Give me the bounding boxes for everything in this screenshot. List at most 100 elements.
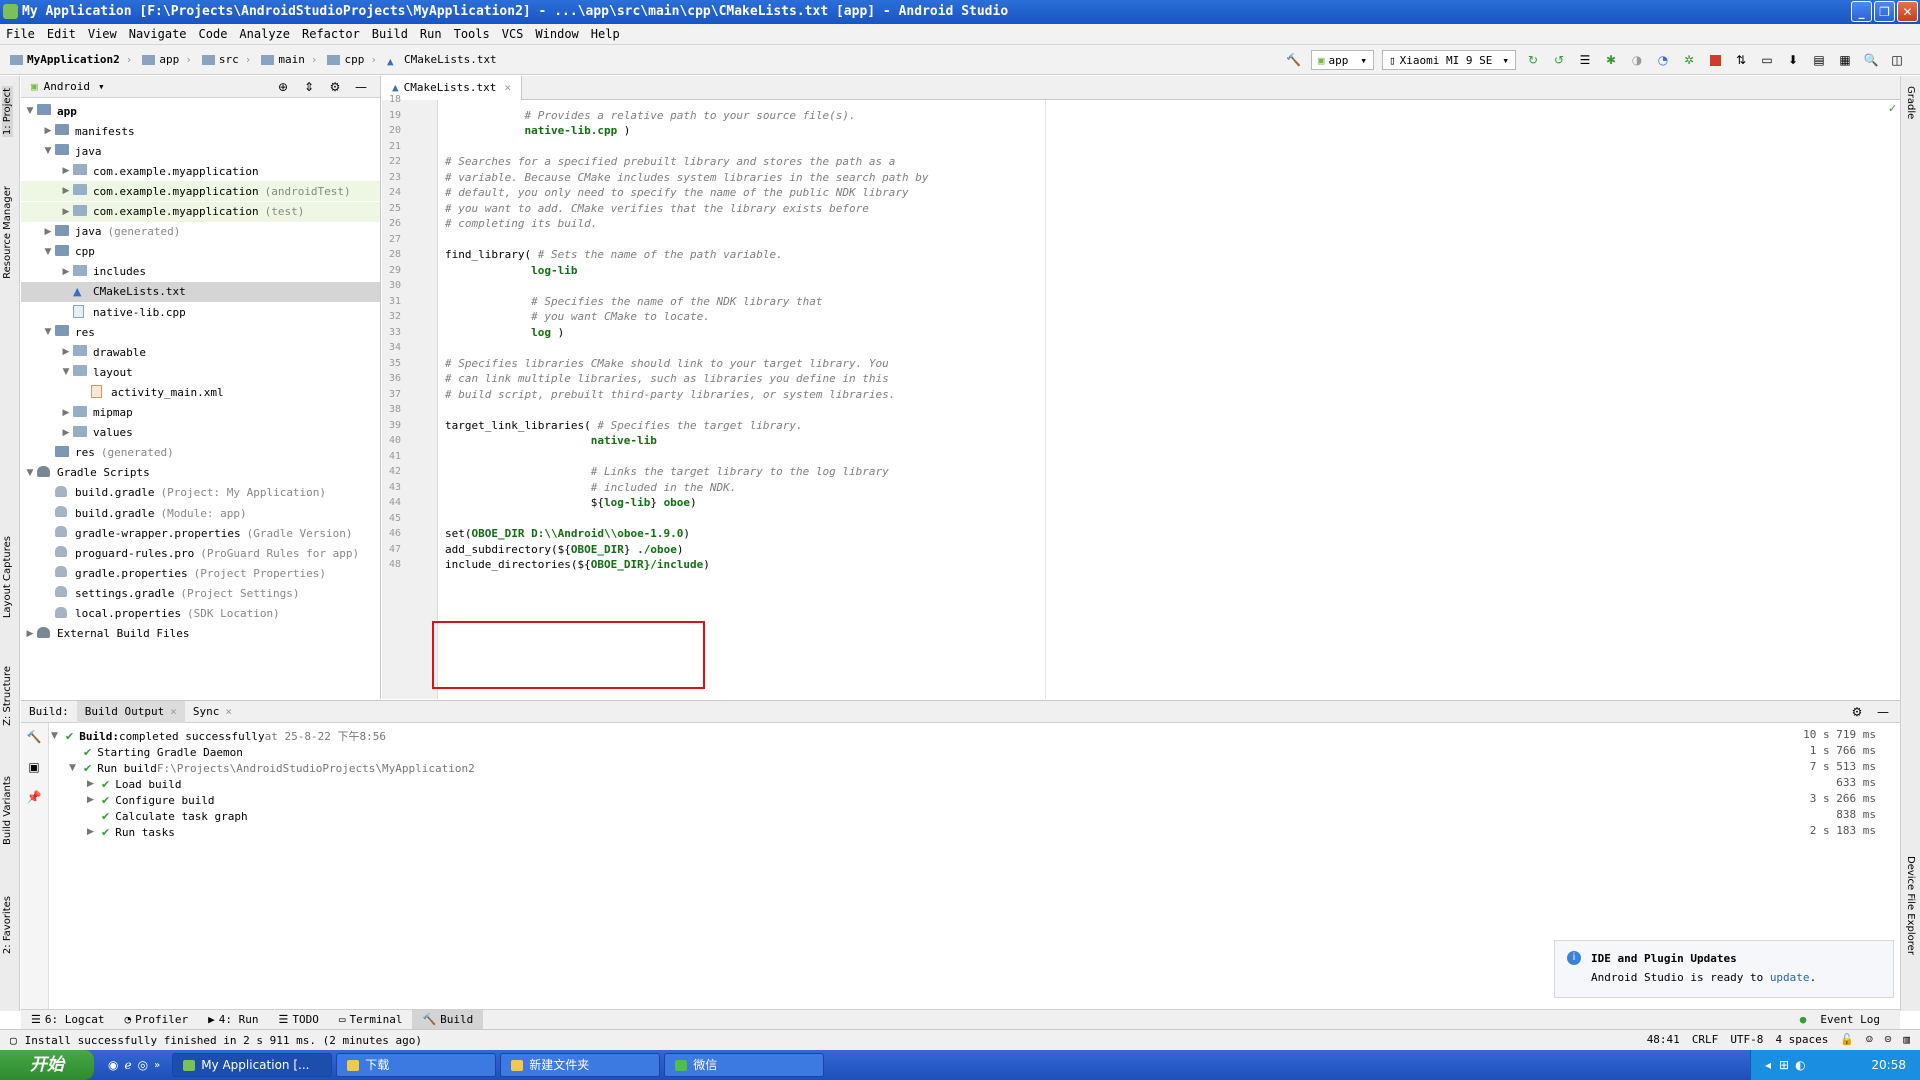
breadcrumb-item[interactable]: ▲ CMakeLists.txt <box>387 53 497 68</box>
tree-item[interactable]: ▼ app <box>21 101 380 121</box>
build-variants-tab[interactable]: Build Variants <box>2 776 13 845</box>
build-row[interactable]: ✔ Starting Gradle Daemon <box>69 744 243 760</box>
build-row[interactable]: ▶ ✔ Run tasks <box>87 824 175 840</box>
menu-view[interactable]: View <box>82 24 123 45</box>
file-encoding[interactable]: UTF-8 <box>1730 1033 1763 1046</box>
project-tool-tab[interactable]: 1: Project <box>2 86 13 138</box>
pin-icon[interactable]: 📌 <box>26 789 42 805</box>
avd-manager-icon[interactable]: ▭ <box>1759 52 1775 68</box>
chevron-right-icon[interactable]: ▶ <box>59 408 73 418</box>
build-row[interactable]: ▶ ✔ Configure build <box>87 792 215 808</box>
gear-icon[interactable]: ⚙ <box>1849 704 1865 720</box>
sdk-manager-icon[interactable]: ⬇ <box>1785 52 1801 68</box>
tree-item[interactable]: ▶ External Build Files <box>21 624 380 644</box>
clock[interactable]: 20:58 <box>1871 1058 1906 1072</box>
update-link[interactable]: update <box>1770 971 1810 984</box>
chevron-right-icon[interactable]: ▶ <box>59 186 73 196</box>
chevron-right-icon[interactable]: ▶ <box>23 629 37 639</box>
start-button[interactable]: 开始 <box>0 1050 94 1080</box>
tray-expand-icon[interactable]: ◂ <box>1765 1058 1771 1072</box>
smile-icon[interactable]: ☺ <box>1866 1033 1873 1046</box>
menu-window[interactable]: Window <box>529 24 584 45</box>
breadcrumb-item[interactable]: src › <box>201 53 258 66</box>
tree-item[interactable]: gradle-wrapper.properties (Gradle Version… <box>21 523 380 543</box>
tree-item[interactable]: ▼ res <box>21 322 380 342</box>
chevron-right-icon[interactable]: ▶ <box>87 779 101 789</box>
tree-item[interactable]: build.gradle (Module: app) <box>21 503 380 523</box>
network-icon[interactable]: ⊞ <box>1779 1058 1789 1072</box>
tree-item[interactable]: ▼ Gradle Scripts <box>21 463 380 483</box>
locate-icon[interactable]: ⊕ <box>275 79 291 95</box>
project-view-select[interactable]: Android <box>44 80 90 93</box>
gradle-tab[interactable]: Gradle <box>1905 86 1916 119</box>
taskbar-task[interactable]: 下载 <box>336 1053 497 1077</box>
chevron-down-icon[interactable]: ▾ <box>98 80 105 93</box>
build-tab-build-output[interactable]: Build Output × <box>76 700 185 723</box>
menu-analyze[interactable]: Analyze <box>233 24 296 45</box>
indent-setting[interactable]: 4 spaces <box>1775 1033 1828 1046</box>
taskbar-task[interactable]: 微信 <box>664 1053 825 1077</box>
taskbar-task[interactable]: 新建文件夹 <box>500 1053 661 1077</box>
tree-item[interactable]: native-lib.cpp <box>21 302 380 322</box>
chevron-right-icon[interactable]: ▶ <box>41 126 55 136</box>
build-row[interactable]: ✔ Calculate task graph <box>87 808 248 824</box>
chevron-right-icon[interactable]: ▶ <box>41 227 55 237</box>
chevron-right-icon[interactable]: ▶ <box>59 347 73 357</box>
close-icon[interactable]: × <box>164 705 177 718</box>
code-editor[interactable]: # Provides a relative path to your sourc… <box>439 100 1900 705</box>
browser-icon[interactable]: ◎ <box>138 1058 148 1072</box>
chevron-down-icon[interactable]: ▼ <box>59 367 73 377</box>
tree-item[interactable]: ▶ com.example.myapplication (test) <box>21 201 380 222</box>
chevron-down-icon[interactable]: ▼ <box>41 247 55 257</box>
taskbar-task[interactable]: My Application [... <box>172 1053 333 1077</box>
chevron-right-icon[interactable]: ▶ <box>87 827 101 837</box>
chevron-right-icon[interactable]: ▶ <box>59 428 73 438</box>
tree-item[interactable]: ▼ layout <box>21 362 380 382</box>
device-select[interactable]: ▯ Xiaomi MI 9 SE ▾ <box>1382 50 1516 70</box>
attach-debugger-icon[interactable]: ✲ <box>1681 52 1697 68</box>
user-icon[interactable]: ◫ <box>1889 52 1905 68</box>
tree-item[interactable]: ▼ java <box>21 141 380 161</box>
debug-icon[interactable]: ✱ <box>1603 52 1619 68</box>
trash-icon[interactable]: ▥ <box>1903 1033 1910 1046</box>
tool-tab-profiler[interactable]: ◔ Profiler <box>114 1010 198 1030</box>
tab-cmakelists[interactable]: ▲ CMakeLists.txt × <box>382 75 522 100</box>
tree-item[interactable]: ▶ com.example.myapplication <box>21 161 380 181</box>
build-row[interactable]: ▼ ✔ Run build F:\Projects\AndroidStudioPro… <box>69 760 475 776</box>
build-tab-sync[interactable]: Sync × <box>185 701 240 723</box>
build-tab-build-[interactable]: Build: <box>21 701 77 723</box>
menu-tools[interactable]: Tools <box>448 24 496 45</box>
favorites-tab[interactable]: 2: Favorites <box>2 896 13 954</box>
breadcrumb-item[interactable]: MyApplication2 › <box>10 53 138 66</box>
caret-position[interactable]: 48:41 <box>1647 1033 1680 1046</box>
quick-launch-icon[interactable]: ◉ <box>108 1058 118 1072</box>
profile-icon[interactable]: ◔ <box>1655 52 1671 68</box>
rebuild-icon[interactable]: 🔨 <box>26 729 42 745</box>
menu-run[interactable]: Run <box>414 24 448 45</box>
tool-tab-todo[interactable]: ☰ TODO <box>268 1010 328 1030</box>
tree-item[interactable]: settings.gradle (Project Settings) <box>21 583 380 603</box>
chevron-down-icon[interactable]: ▼ <box>23 106 37 116</box>
tree-item[interactable]: proguard-rules.pro (ProGuard Rules for ap… <box>21 543 380 563</box>
tree-item[interactable]: activity_main.xml <box>21 382 380 402</box>
menu-vcs[interactable]: VCS <box>496 24 530 45</box>
chevron-right-icon[interactable]: ▶ <box>59 267 73 277</box>
menu-build[interactable]: Build <box>366 24 414 45</box>
menu-navigate[interactable]: Navigate <box>123 24 193 45</box>
tree-item[interactable]: ▲ CMakeLists.txt <box>21 281 380 302</box>
apply-code-changes-icon[interactable]: ↺ <box>1551 52 1567 68</box>
tree-item[interactable]: local.properties (SDK Location) <box>21 604 380 624</box>
tree-item[interactable]: ▶ includes <box>21 262 380 282</box>
layout-captures-tab[interactable]: Layout Captures <box>2 536 13 618</box>
layout-inspector-icon[interactable]: ▤ <box>1811 52 1827 68</box>
tree-item[interactable]: gradle.properties (Project Properties) <box>21 563 380 583</box>
menu-code[interactable]: Code <box>193 24 234 45</box>
tree-item[interactable]: ▶ com.example.myapplication (androidTest) <box>21 181 380 202</box>
chevron-right-icon[interactable]: ▶ <box>59 207 73 217</box>
tree-item[interactable]: ▶ mipmap <box>21 403 380 423</box>
close-button[interactable]: ✕ <box>1897 1 1918 22</box>
chevron-down-icon[interactable]: ▼ <box>69 763 83 773</box>
device-file-explorer-tab[interactable]: Device File Explorer <box>1905 856 1916 955</box>
chevron-down-icon[interactable]: ▼ <box>23 468 37 478</box>
tool-tab-build[interactable]: 🔨 Build <box>412 1009 484 1030</box>
